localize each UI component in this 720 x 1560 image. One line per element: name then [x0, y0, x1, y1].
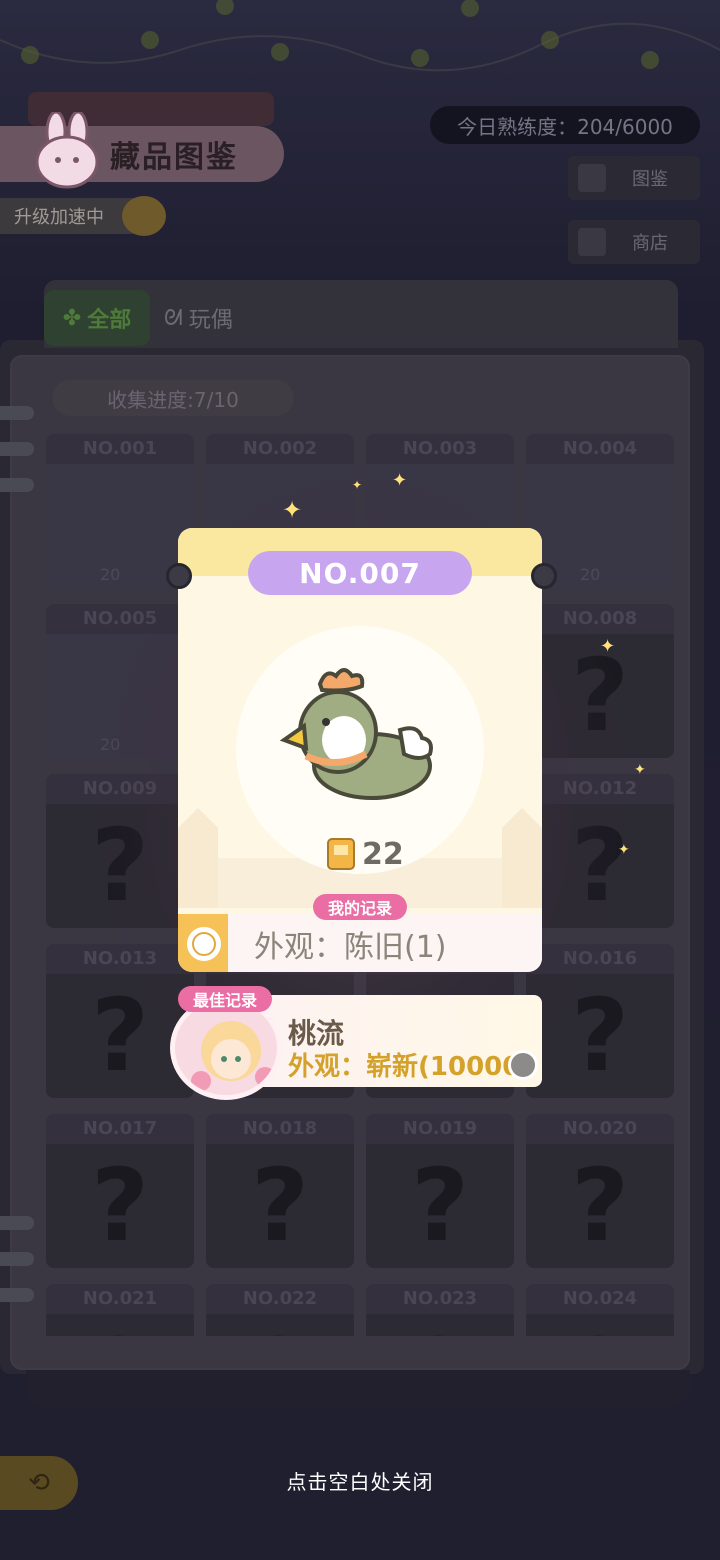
binder-ring [0, 1216, 34, 1230]
cell-number: NO.020 [526, 1114, 674, 1144]
binder-ring [0, 1252, 34, 1266]
best-record-tag: 最佳记录 [178, 986, 272, 1012]
cell-number: NO.024 [526, 1284, 674, 1314]
daily-proficiency: 今日熟练度：204/6000 [430, 106, 700, 144]
collection-cell[interactable]: NO.020? [526, 1114, 674, 1268]
tab-all-label: 全部 [87, 308, 132, 333]
close-hint[interactable]: 点击空白处关闭 [0, 1466, 720, 1495]
sparkle-icon: ✦ [352, 478, 363, 492]
collection-cell[interactable]: NO.017? [46, 1114, 194, 1268]
cell-count: 20 [100, 565, 121, 584]
points-row: 22 [326, 836, 404, 872]
unknown-mark: ? [410, 1147, 469, 1264]
shop-button-label: 商店 [632, 233, 668, 254]
unknown-mark: ? [570, 1147, 629, 1264]
cell-number: NO.021 [46, 1284, 194, 1314]
collection-cell[interactable]: NO.022? [206, 1284, 354, 1336]
coin-icon [508, 1050, 538, 1080]
points-value: 22 [362, 836, 404, 872]
tab-all[interactable]: ✤ 全部 [44, 290, 150, 346]
cell-number: NO.023 [366, 1284, 514, 1314]
cell-number: NO.022 [206, 1284, 354, 1314]
shop-button[interactable]: 商店 [568, 220, 700, 264]
clover-icon: ✤ [62, 305, 82, 331]
collection-cell[interactable]: NO.021? [46, 1284, 194, 1336]
collection-progress: 收集进度:7/10 [52, 380, 294, 416]
binder-ring [0, 406, 34, 420]
catalog-icon [578, 164, 606, 192]
string-lights [0, 0, 720, 72]
unknown-mark: ? [250, 1147, 309, 1264]
binder-ring [0, 442, 34, 456]
card-knob-left [166, 563, 192, 589]
bunny-icon: ᘛ [164, 305, 183, 331]
unknown-mark: ? [206, 1314, 354, 1336]
tab-doll-label: 玩偶 [188, 308, 233, 333]
card-knob-right [531, 563, 557, 589]
shop-icon [578, 228, 606, 256]
collection-cell[interactable]: NO.024? [526, 1284, 674, 1336]
cell-number: NO.001 [46, 434, 194, 464]
catalog-button-label: 图鉴 [632, 169, 668, 190]
cell-number: NO.017 [46, 1114, 194, 1144]
binder-ring [0, 1288, 34, 1302]
my-record-text: 外观：陈旧(1) [254, 930, 447, 965]
binder-ring [0, 478, 34, 492]
book-spine-bottom [26, 1370, 690, 1408]
unknown-mark: ? [46, 1314, 194, 1336]
collection-cell[interactable]: NO.023? [366, 1284, 514, 1336]
my-record-tag: 我的记录 [313, 894, 407, 920]
unknown-mark: ? [90, 1147, 149, 1264]
sparkle-icon: ✦ [282, 496, 303, 524]
green-chicken-plush-icon [280, 668, 433, 800]
sparkle-icon: ✦ [392, 470, 408, 491]
bunny-logo-icon [35, 112, 99, 189]
unknown-mark: ? [526, 1314, 674, 1336]
catalog-button[interactable]: 图鉴 [568, 156, 700, 200]
card-number: NO.007 [248, 551, 472, 595]
coin-icon [184, 924, 224, 964]
tab-doll[interactable]: ᘛ 玩偶 [164, 302, 233, 334]
unknown-mark: ? [366, 1314, 514, 1336]
best-record-look: 外观：崭新(10000) [288, 1052, 524, 1082]
speedup-coin-icon [122, 196, 166, 236]
sparkle-icon: ✦ [618, 842, 630, 858]
cell-count: 20 [580, 565, 601, 584]
sparkle-icon: ✦ [634, 762, 646, 778]
book-icon [327, 838, 355, 870]
cell-number: NO.004 [526, 434, 674, 464]
sparkle-icon: ✦ [600, 636, 616, 657]
